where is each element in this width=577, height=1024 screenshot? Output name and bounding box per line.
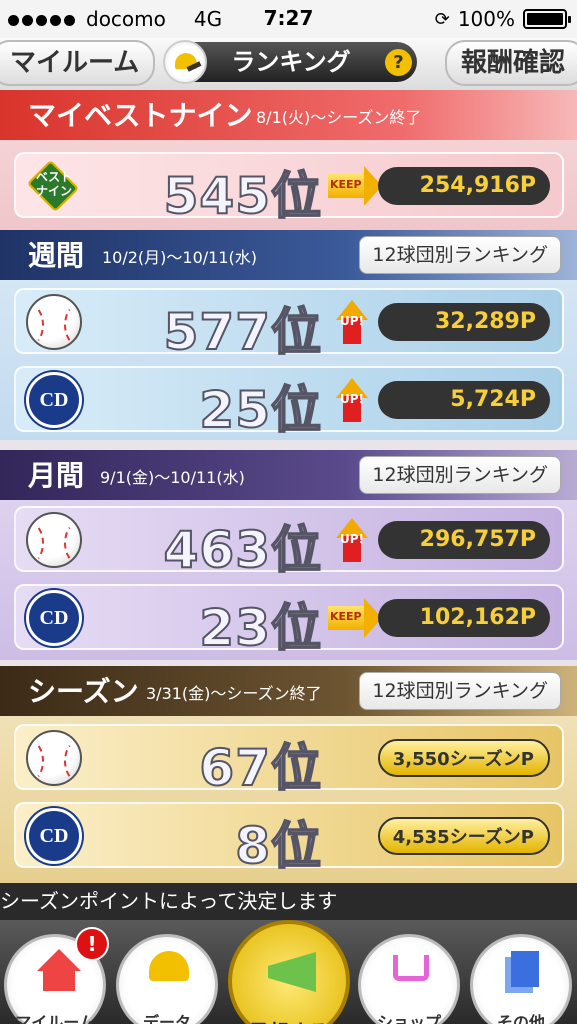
- season-overall-points: 3,550シーズンP: [378, 739, 550, 777]
- season-overall-rank: 67位: [198, 738, 322, 798]
- baseball-icon: [26, 512, 82, 568]
- battery-percent: 100%: [457, 7, 515, 31]
- monthly-title: 月間: [28, 459, 85, 492]
- season-header: シーズン 3/31(金)～シーズン終了 12球団別ランキング: [0, 666, 577, 716]
- status-bar: docomo 4G 7:27 ⟳ 100%: [0, 0, 577, 38]
- info-ticker: シーズンポイントによって決定します: [0, 883, 577, 920]
- tab-label: その他: [496, 1013, 545, 1024]
- baseball-icon: [26, 294, 82, 350]
- pages-icon: [511, 951, 539, 987]
- best-nine-header: マイベストナイン 8/1(火)～シーズン終了: [0, 90, 577, 140]
- best-nine-card[interactable]: ベスト ナイン 545位 KEEP 254,916P: [14, 152, 564, 226]
- best-nine-icon-label: ベスト ナイン: [35, 170, 73, 198]
- monthly-overall-rank: 463位: [163, 520, 322, 580]
- monthly-overall-points: 296,757P: [378, 521, 550, 559]
- team-logo-icon: CD: [26, 590, 82, 646]
- season-date: 3/31(金)～シーズン終了: [146, 684, 322, 703]
- monthly-card-team[interactable]: CD 23位 KEEP 102,162P: [14, 584, 564, 658]
- keep-badge-icon: KEEP: [328, 166, 382, 206]
- house-icon: [37, 949, 81, 971]
- megaphone-icon: [268, 952, 316, 992]
- cap-bat-icon: [163, 40, 207, 84]
- up-badge-icon: UP!: [332, 518, 372, 564]
- season-team-ranking-button[interactable]: 12球団別ランキング: [359, 672, 561, 710]
- keep-badge-icon: KEEP: [328, 598, 382, 638]
- monthly-header: 月間 9/1(金)～10/11(水) 12球団別ランキング: [0, 450, 577, 500]
- battery-icon: [523, 9, 571, 29]
- weekly-team-points: 5,724P: [378, 381, 550, 419]
- season-title: シーズン: [28, 675, 139, 708]
- weekly-team-ranking-button[interactable]: 12球団別ランキング: [359, 236, 561, 274]
- tab-label: マイルーム: [15, 1013, 95, 1024]
- notification-badge: !: [75, 927, 109, 961]
- tab-label: データ: [142, 1013, 191, 1024]
- weekly-header: 週間 10/2(月)～10/11(水) 12球団別ランキング: [0, 230, 577, 280]
- weekly-overall-points: 32,289P: [378, 303, 550, 341]
- tab-predict[interactable]: 予想する: [228, 920, 350, 1024]
- monthly-card-overall[interactable]: 463位 UP! 296,757P: [14, 506, 564, 580]
- weekly-team-rank: 25位: [198, 380, 322, 440]
- best-nine-date: 8/1(火)～シーズン終了: [256, 108, 422, 127]
- tab-my-room[interactable]: ! マイルーム: [4, 927, 109, 1024]
- weekly-card-team[interactable]: CD 25位 UP! 5,724P: [14, 366, 564, 440]
- best-nine-rank: 545位: [163, 166, 322, 226]
- cap-icon: [149, 951, 189, 981]
- tab-bar: ! マイルーム データ 予想する ショップ その他: [0, 920, 577, 1024]
- ranking-content: マイベストナイン 8/1(火)～シーズン終了 ベスト ナイン 545位 KEEP…: [0, 90, 577, 883]
- tab-label: ショップ: [376, 1013, 441, 1024]
- best-nine-points: 254,916P: [378, 167, 550, 205]
- help-icon[interactable]: ?: [385, 49, 412, 76]
- monthly-date: 9/1(金)～10/11(水): [100, 468, 245, 487]
- tab-data[interactable]: データ: [116, 934, 218, 1024]
- up-badge-icon: UP!: [332, 300, 372, 346]
- weekly-date: 10/2(月)～10/11(水): [102, 248, 258, 267]
- page-title-bar: ランキング ?: [163, 40, 417, 84]
- season-team-rank: 8位: [234, 816, 322, 876]
- best-nine-title: マイベストナイン: [28, 99, 253, 132]
- weekly-card-overall[interactable]: 577位 UP! 32,289P: [14, 288, 564, 362]
- my-room-button[interactable]: マイルーム: [0, 40, 156, 86]
- reward-check-button[interactable]: 報酬確認: [444, 40, 577, 86]
- page-title: ランキング: [231, 48, 351, 76]
- weekly-overall-rank: 577位: [163, 302, 322, 362]
- season-team-points: 4,535シーズンP: [378, 817, 550, 855]
- team-logo-icon: CD: [26, 372, 82, 428]
- monthly-team-points: 102,162P: [378, 599, 550, 637]
- monthly-team-ranking-button[interactable]: 12球団別ランキング: [359, 456, 561, 494]
- season-card-team[interactable]: CD 8位 4,535シーズンP: [14, 802, 564, 876]
- baseball-icon: [26, 730, 82, 786]
- cart-icon: [393, 955, 429, 981]
- header: マイルーム ランキング ? 報酬確認: [0, 38, 577, 90]
- tab-other[interactable]: その他: [470, 934, 572, 1024]
- weekly-title: 週間: [28, 239, 85, 272]
- tab-shop[interactable]: ショップ: [358, 934, 460, 1024]
- up-badge-icon: UP!: [332, 378, 372, 424]
- rotation-lock-icon: ⟳: [434, 8, 450, 30]
- team-logo-icon: CD: [26, 808, 82, 864]
- tab-label: 予想する: [232, 1016, 346, 1024]
- season-card-overall[interactable]: 67位 3,550シーズンP: [14, 724, 564, 798]
- monthly-team-rank: 23位: [198, 598, 322, 658]
